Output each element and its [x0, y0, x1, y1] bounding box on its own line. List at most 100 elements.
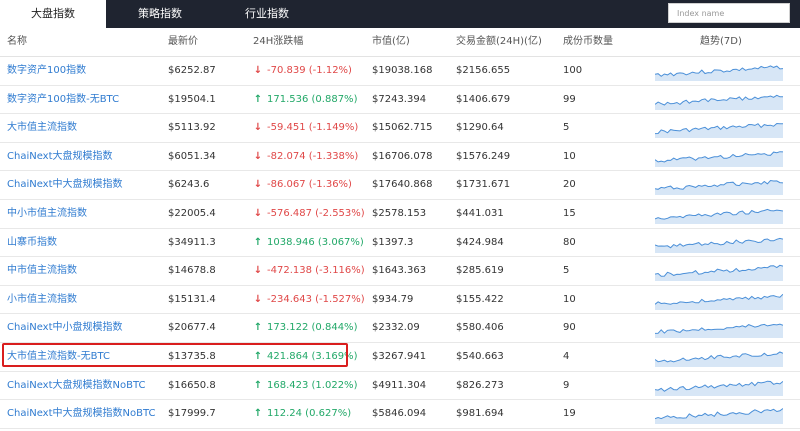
constituent-count: 20 — [563, 179, 576, 191]
constituent-count: 100 — [563, 65, 583, 76]
constituent-count: 99 — [563, 93, 576, 105]
market-cap-value: $19038.168 — [372, 65, 433, 76]
sparkline-chart — [655, 94, 783, 110]
index-name-link[interactable]: ChaiNext中大盘规模指数 — [7, 171, 123, 199]
constituent-count: 4 — [563, 350, 570, 362]
index-name-link[interactable]: ChaiNext中大盘规模指数NoBTC — [7, 400, 156, 428]
price-value: $6243.6 — [168, 179, 210, 191]
index-name-link[interactable]: 中小市值主流指数 — [7, 200, 87, 228]
volume-value: $540.663 — [456, 350, 504, 362]
change-cell: ↑ 168.423 (1.022%) — [253, 372, 358, 400]
column-header-name: 名称 — [7, 36, 27, 47]
constituent-count: 5 — [563, 122, 570, 134]
index-search-input[interactable] — [668, 3, 790, 23]
market-cap-value: $7243.394 — [372, 93, 427, 105]
volume-value: $2156.655 — [456, 65, 511, 76]
tab-major-index[interactable]: 大盘指数 — [0, 0, 106, 28]
sparkline-area — [655, 380, 783, 396]
volume-value: $1290.64 — [456, 122, 504, 134]
constituent-count: 9 — [563, 379, 570, 391]
index-name-link[interactable]: 大市值主流指数-无BTC — [7, 343, 110, 371]
index-name-link[interactable]: ChaiNext大盘规模指数NoBTC — [7, 372, 146, 400]
change-value: -472.138 (-3.116%) — [267, 265, 365, 277]
volume-value: $424.984 — [456, 236, 504, 248]
change-value: 173.122 (0.844%) — [267, 322, 358, 334]
tab-strategy-index[interactable]: 策略指数 — [106, 0, 214, 28]
column-header-change: 24H涨跌幅 — [253, 36, 304, 47]
arrow-up-icon: ↑ — [253, 408, 263, 420]
table-row[interactable]: ChaiNext大盘规模指数NoBTC $16650.8 ↑ 168.423 (1.0… — [0, 372, 800, 401]
change-value: -70.839 (-1.12%) — [267, 65, 352, 76]
arrow-down-icon: ↓ — [253, 122, 263, 134]
arrow-down-icon: ↓ — [253, 265, 263, 277]
change-value: 112.24 (0.627%) — [267, 408, 352, 420]
sparkline-chart — [655, 65, 783, 81]
table-row[interactable]: 山寨币指数 $34911.3 ↑ 1038.946 (3.067%) $1397.3 $4… — [0, 229, 800, 258]
volume-value: $285.619 — [456, 265, 504, 277]
change-cell: ↓ -82.074 (-1.338%) — [253, 143, 359, 171]
change-value: 168.423 (1.022%) — [267, 379, 358, 391]
change-cell: ↑ 421.864 (3.169%) — [253, 343, 358, 371]
index-name-link[interactable]: 数字资产100指数 — [7, 57, 86, 85]
market-cap-value: $1397.3 — [372, 236, 414, 248]
index-name-link[interactable]: ChaiNext大盘规模指数 — [7, 143, 113, 171]
table-row[interactable]: ChaiNext大盘规模指数 $6051.34 ↓ -82.074 (-1.338%)… — [0, 143, 800, 172]
price-value: $34911.3 — [168, 236, 216, 248]
arrow-down-icon: ↓ — [253, 150, 263, 162]
table-row[interactable]: 大市值主流指数 $5113.92 ↓ -59.451 (-1.149%) $15062.… — [0, 114, 800, 143]
table-row[interactable]: ChaiNext中大盘规模指数NoBTC $17999.7 ↑ 112.24 (0.6… — [0, 400, 800, 429]
table-row[interactable]: 数字资产100指数-无BTC $19504.1 ↑ 171.536 (0.887%) $… — [0, 86, 800, 115]
volume-value: $1576.249 — [456, 150, 511, 162]
index-name-link[interactable]: 小市值主流指数 — [7, 286, 77, 314]
table-row[interactable]: 大市值主流指数-无BTC $13735.8 ↑ 421.864 (3.169%) $32… — [0, 343, 800, 372]
arrow-up-icon: ↑ — [253, 379, 263, 391]
sparkline-area — [655, 237, 783, 253]
index-name-link[interactable]: 大市值主流指数 — [7, 114, 77, 142]
market-cap-value: $15062.715 — [372, 122, 433, 134]
change-cell: ↑ 1038.946 (3.067%) — [253, 229, 364, 257]
change-value: 1038.946 (3.067%) — [267, 236, 364, 248]
arrow-down-icon: ↓ — [253, 65, 263, 76]
index-name-link[interactable]: 中市值主流指数 — [7, 257, 77, 285]
constituent-count: 19 — [563, 408, 576, 420]
top-nav-bar: 大盘指数 策略指数 行业指数 — [0, 0, 800, 28]
change-value: -576.487 (-2.553%) — [267, 207, 365, 219]
table-row[interactable]: 中小市值主流指数 $22005.4 ↓ -576.487 (-2.553%) $2578… — [0, 200, 800, 229]
sparkline-chart — [655, 380, 783, 396]
index-name-link[interactable]: 山寨币指数 — [7, 229, 57, 257]
price-value: $14678.8 — [168, 265, 216, 277]
index-name-link[interactable]: 数字资产100指数-无BTC — [7, 86, 119, 114]
price-value: $17999.7 — [168, 408, 216, 420]
market-cap-value: $1643.363 — [372, 265, 427, 277]
constituent-count: 10 — [563, 150, 576, 162]
constituent-count: 80 — [563, 236, 576, 248]
arrow-up-icon: ↑ — [253, 93, 263, 105]
sparkline-area — [655, 65, 783, 81]
table-row[interactable]: 中市值主流指数 $14678.8 ↓ -472.138 (-3.116%) $1643.… — [0, 257, 800, 286]
index-table-body: 数字资产100指数 $6252.87 ↓ -70.839 (-1.12%) $19038… — [0, 57, 800, 429]
index-name-link[interactable]: ChaiNext中小盘规模指数 — [7, 314, 123, 342]
volume-value: $1731.671 — [456, 179, 511, 191]
volume-value: $441.031 — [456, 207, 504, 219]
change-cell: ↓ -59.451 (-1.149%) — [253, 114, 359, 142]
table-row[interactable]: ChaiNext中小盘规模指数 $20677.4 ↑ 173.122 (0.844%)… — [0, 314, 800, 343]
change-cell: ↓ -576.487 (-2.553%) — [253, 200, 365, 228]
arrow-down-icon: ↓ — [253, 179, 263, 191]
constituent-count: 10 — [563, 293, 576, 305]
column-header-market-cap: 市值(亿) — [372, 36, 410, 47]
change-cell: ↓ -234.643 (-1.527%) — [253, 286, 365, 314]
change-value: 171.536 (0.887%) — [267, 93, 358, 105]
price-value: $13735.8 — [168, 350, 216, 362]
sparkline-chart — [655, 408, 783, 425]
table-row[interactable]: ChaiNext中大盘规模指数 $6243.6 ↓ -86.067 (-1.36%) $… — [0, 171, 800, 200]
tab-industry-index[interactable]: 行业指数 — [214, 0, 320, 28]
volume-value: $826.273 — [456, 379, 504, 391]
change-value: -234.643 (-1.527%) — [267, 293, 365, 305]
column-header-constituents: 成份币数量 — [563, 36, 613, 47]
table-row[interactable]: 小市值主流指数 $15131.4 ↓ -234.643 (-1.527%) $934.7… — [0, 286, 800, 315]
column-header-volume: 交易金额(24H)(亿) — [456, 36, 542, 47]
sparkline-area — [655, 324, 783, 339]
market-cap-value: $4911.304 — [372, 379, 427, 391]
arrow-down-icon: ↓ — [253, 293, 263, 305]
table-row[interactable]: 数字资产100指数 $6252.87 ↓ -70.839 (-1.12%) $19038… — [0, 57, 800, 86]
